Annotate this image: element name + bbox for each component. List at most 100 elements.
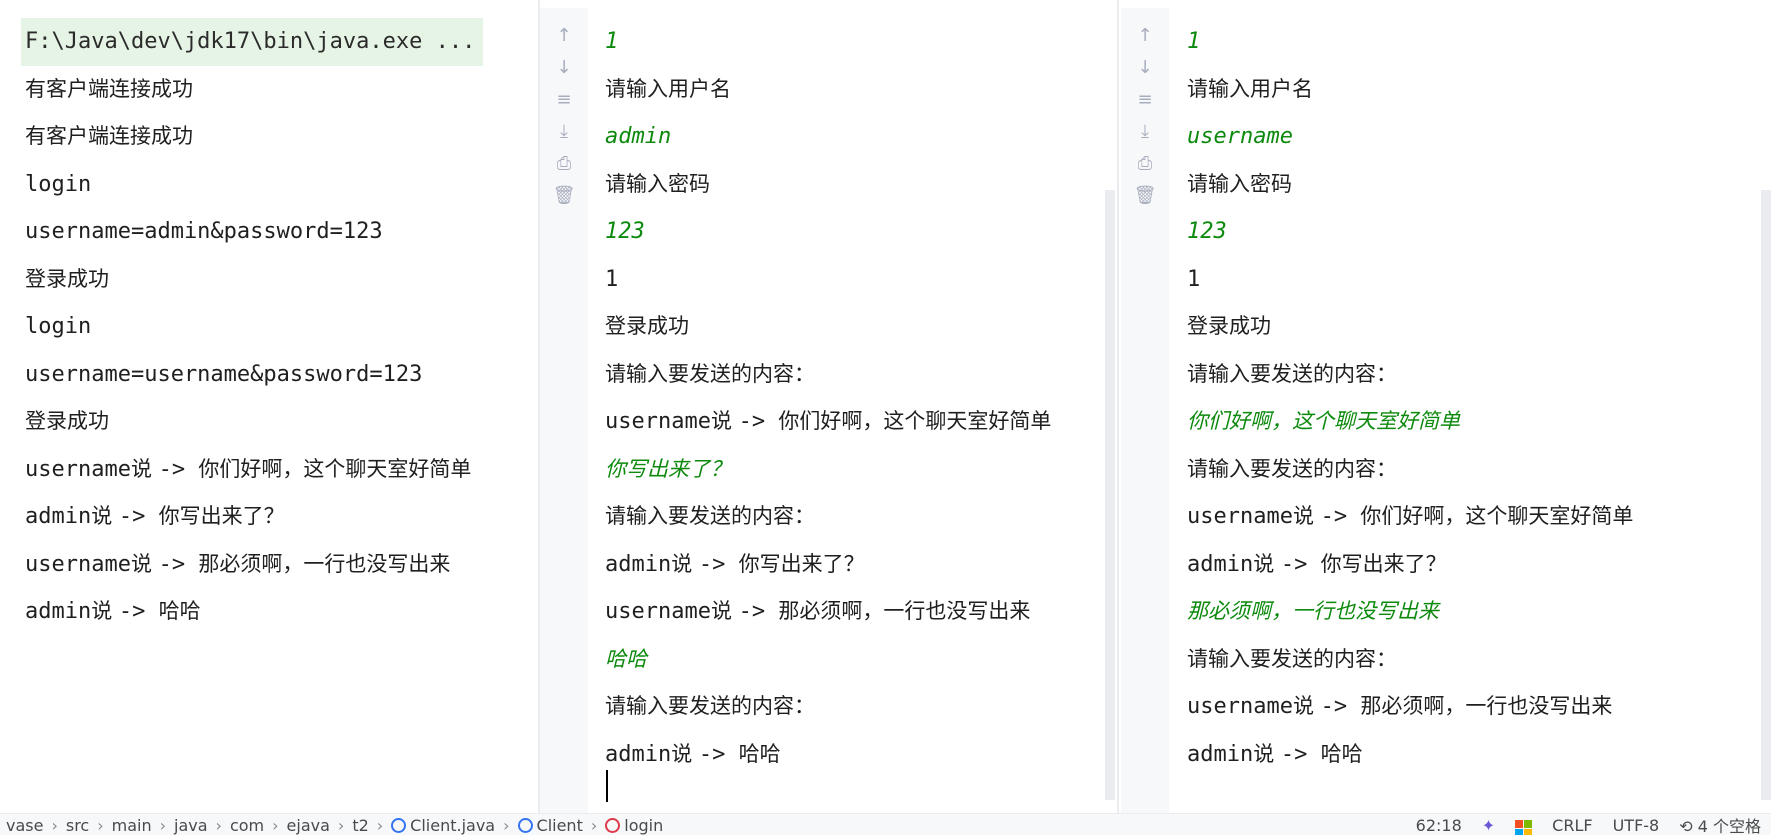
client1-console-pane[interactable]: 1 请输入用户名 admin 请输入密码 123 1 登录成功 请输入要发送的内容： usern… [588,8,1108,813]
breadcrumb-item[interactable]: vase [0,816,49,835]
console-text-segment: -> [698,741,739,767]
console-input-line: 1 [605,18,1051,66]
console-text-segment: 说 [671,741,699,766]
console-text-segment: 请输入要发送的内容： [605,694,815,718]
client2-scrollbar[interactable] [1761,190,1771,800]
console-text-segment: 登录成功 [605,314,689,338]
encoding-selector[interactable]: UTF-8 [1603,816,1670,835]
console-text-segment: 说 [710,409,739,433]
breadcrumb-item[interactable]: com [224,816,270,835]
pane-divider[interactable] [1117,0,1119,813]
console-text-segment: username [25,551,131,577]
console-output-line: 请输入要发送的内容： [1187,446,1633,494]
breadcrumb-item[interactable]: main [106,816,158,835]
console-output-line: 登录成功 [25,256,483,304]
console-text-segment: 说 [130,551,159,576]
console-command-line: F:\Java\dev\jdk17\bin\java.exe ... [21,18,484,66]
console-text-segment: -> [738,409,779,434]
chevron-right-icon: › [272,815,279,835]
console-input-line: 你写出来了？ [605,446,1051,494]
console-output-line: login [25,303,483,351]
print-icon[interactable]: ⎙ [540,148,588,180]
chevron-right-icon: › [590,815,598,835]
console-input-line: 1 [1187,18,1633,66]
console-text-segment: 1 [605,266,619,292]
console-input-line: 123 [1187,208,1633,256]
method-icon [605,817,621,833]
console-text-segment: 1 [605,29,619,54]
console-text-segment: username [605,409,711,434]
line-ending-selector[interactable]: CRLF [1542,816,1602,835]
chevron-right-icon: › [97,815,104,835]
breadcrumb-method-label: login [624,815,664,835]
console-text-segment: 那必须啊，一行也没写出来 [1360,694,1613,718]
console-output-line: 1 [1187,256,1633,304]
console-text-segment: 说 [710,599,739,623]
breadcrumb-item[interactable]: t2 [346,816,374,835]
console-text-segment: 说 [91,599,119,623]
console-text-segment: 那必须啊，一行也没写出来 [778,599,1031,623]
console-text-segment: 123 [1187,219,1227,244]
console-output-line: username说 -> 那必须啊，一行也没写出来 [1187,683,1633,731]
client2-console-output[interactable]: 1 请输入用户名 username 请输入密码 123 1 登录成功 请输入要发送的内容： 你们… [1187,18,1633,778]
console-text-segment: 请输入用户名 [1187,76,1313,101]
console-text-segment: username [25,456,131,482]
arrow-up-icon[interactable]: ↑ [1121,20,1169,52]
console-text-segment: username [1187,694,1293,719]
console-output-line: admin说 -> 哈哈 [1187,731,1633,779]
client1-console-output[interactable]: 1 请输入用户名 admin 请输入密码 123 1 登录成功 请输入要发送的内容： usern… [605,18,1051,778]
status-bar: vase › src › main › java › com › ejava › t2 › C… [0,813,1771,835]
breadcrumb-file[interactable]: Client.java [385,816,501,835]
console-text-segment: 说 [130,456,159,481]
console-input-line: admin [605,113,1051,161]
breadcrumb-item[interactable]: java [168,816,214,835]
print-icon[interactable]: ⎙ [1121,148,1169,180]
console-text-segment: -> [1280,741,1321,767]
console-text-segment: 请输入要发送的内容： [1187,646,1397,671]
console-text-segment: 说 [1253,551,1281,576]
scroll-to-end-icon[interactable]: ⤓ [1121,116,1169,148]
breadcrumb-item[interactable]: src [60,816,95,835]
console-text-segment: 请输入要发送的内容： [605,361,815,386]
server-console-output[interactable]: F:\Java\dev\jdk17\bin\java.exe ... 有客户端连接… [21,18,484,636]
trash-icon[interactable]: 🗑 [1121,180,1169,212]
console-input-line: 那必须啊，一行也没写出来 [1187,588,1633,636]
arrow-down-icon[interactable]: ↓ [1121,52,1169,84]
breadcrumb-class[interactable]: Client [512,816,589,835]
indent-selector[interactable]: ⟲ 4 个空格 [1669,813,1771,835]
console-input-line: username [1187,113,1633,161]
console-output-line: username说 -> 你们好啊，这个聊天室好简单 [605,398,1051,446]
console-text-segment: 哈哈 [738,741,781,766]
console-input-line: 123 [605,208,1051,256]
caret-position[interactable]: 62:18 [1406,816,1472,835]
trash-icon[interactable]: 🗑 [540,180,588,212]
client1-scrollbar[interactable] [1105,190,1115,800]
breadcrumb-item[interactable]: ejava [281,816,336,835]
console-input-line: 你们好啊，这个聊天室好简单 [1187,398,1633,446]
arrow-down-icon[interactable]: ↓ [540,52,588,84]
java-class-icon [517,817,533,833]
console-output-line: admin说 -> 哈哈 [605,731,1051,779]
arrow-up-icon[interactable]: ↑ [540,20,588,52]
chevron-right-icon: › [376,815,384,835]
console-output-line: 有客户端连接成功 [25,66,483,114]
console-text-segment: 你写出来了？ [738,551,865,576]
soft-wrap-icon[interactable]: ≡ [1121,84,1169,116]
console-output-line: username说 -> 那必须啊，一行也没写出来 [25,541,483,589]
java-class-icon [391,817,407,833]
console-text-segment: admin [1187,741,1254,767]
server-console-pane[interactable]: F:\Java\dev\jdk17\bin\java.exe ... 有客户端连接… [5,8,538,813]
console-output-line: 请输入要发送的内容： [605,683,1051,731]
console-text-segment: 说 [671,551,699,576]
console-text-segment: -> [1320,504,1361,529]
breadcrumb-method[interactable]: login [599,816,669,835]
soft-wrap-icon[interactable]: ≡ [540,84,588,116]
console-text-segment: 请输入密码 [1187,171,1292,196]
client2-console-toolbar: ↑ ↓ ≡ ⤓ ⎙ 🗑 [1121,8,1169,813]
console-text-segment: 有客户端连接成功 [25,76,193,101]
client2-console-pane[interactable]: 1 请输入用户名 username 请输入密码 123 1 登录成功 请输入要发送的内容： 你们… [1169,8,1759,813]
ai-assistant-icon[interactable]: ✦ [1472,816,1505,835]
console-text-segment: -> [698,551,739,577]
windows-icon[interactable] [1505,813,1542,835]
scroll-to-end-icon[interactable]: ⤓ [540,116,588,148]
